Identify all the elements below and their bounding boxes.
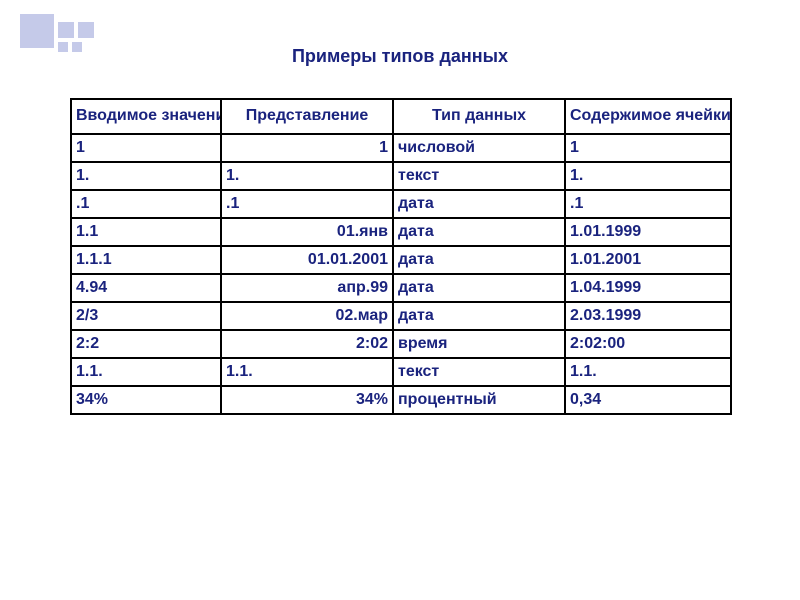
cell-representation: .1 [221,190,393,218]
cell-input: 1. [71,162,221,190]
cell-type: дата [393,190,565,218]
cell-content: 1 [565,134,731,162]
cell-input: 2/3 [71,302,221,330]
cell-input: 1 [71,134,221,162]
table-row: 1.101.янвдата1.01.1999 [71,218,731,246]
cell-content: 1.01.1999 [565,218,731,246]
cell-type: процентный [393,386,565,414]
cell-representation: 1. [221,162,393,190]
table-row: 11числовой1 [71,134,731,162]
cell-type: дата [393,218,565,246]
cell-representation: 01.янв [221,218,393,246]
cell-content: 2.03.1999 [565,302,731,330]
col-header-type: Тип данных [393,99,565,134]
cell-content: 0,34 [565,386,731,414]
cell-input: 1.1 [71,218,221,246]
cell-representation: 01.01.2001 [221,246,393,274]
table-row: 1.1.1.1.текст1.1. [71,358,731,386]
col-header-content: Содержимое ячейки [565,99,731,134]
table-row: 2/302.мардата2.03.1999 [71,302,731,330]
cell-representation: апр.99 [221,274,393,302]
cell-type: дата [393,274,565,302]
cell-content: 1.04.1999 [565,274,731,302]
cell-representation: 1.1. [221,358,393,386]
cell-type: время [393,330,565,358]
cell-content: 1.1. [565,358,731,386]
cell-content: 1. [565,162,731,190]
table-row: .1.1дата.1 [71,190,731,218]
cell-content: 1.01.2001 [565,246,731,274]
cell-representation: 1 [221,134,393,162]
cell-type: текст [393,358,565,386]
col-header-input: Вводимое значение [71,99,221,134]
cell-type: дата [393,246,565,274]
table-row: 2:22:02время2:02:00 [71,330,731,358]
cell-content: .1 [565,190,731,218]
page-title: Примеры типов данных [0,46,800,67]
table-row: 34%34%процентный0,34 [71,386,731,414]
cell-representation: 34% [221,386,393,414]
table-row: 1.1.101.01.2001дата1.01.2001 [71,246,731,274]
data-types-table: Вводимое значение Представление Тип данн… [70,98,730,415]
table-row: 4.94апр.99дата1.04.1999 [71,274,731,302]
cell-type: текст [393,162,565,190]
cell-input: 1.1. [71,358,221,386]
cell-type: числовой [393,134,565,162]
cell-input: 4.94 [71,274,221,302]
cell-type: дата [393,302,565,330]
cell-input: .1 [71,190,221,218]
cell-content: 2:02:00 [565,330,731,358]
cell-representation: 02.мар [221,302,393,330]
cell-representation: 2:02 [221,330,393,358]
cell-input: 2:2 [71,330,221,358]
cell-input: 34% [71,386,221,414]
table-row: 1.1.текст1. [71,162,731,190]
col-header-repr: Представление [221,99,393,134]
cell-input: 1.1.1 [71,246,221,274]
table-header-row: Вводимое значение Представление Тип данн… [71,99,731,134]
